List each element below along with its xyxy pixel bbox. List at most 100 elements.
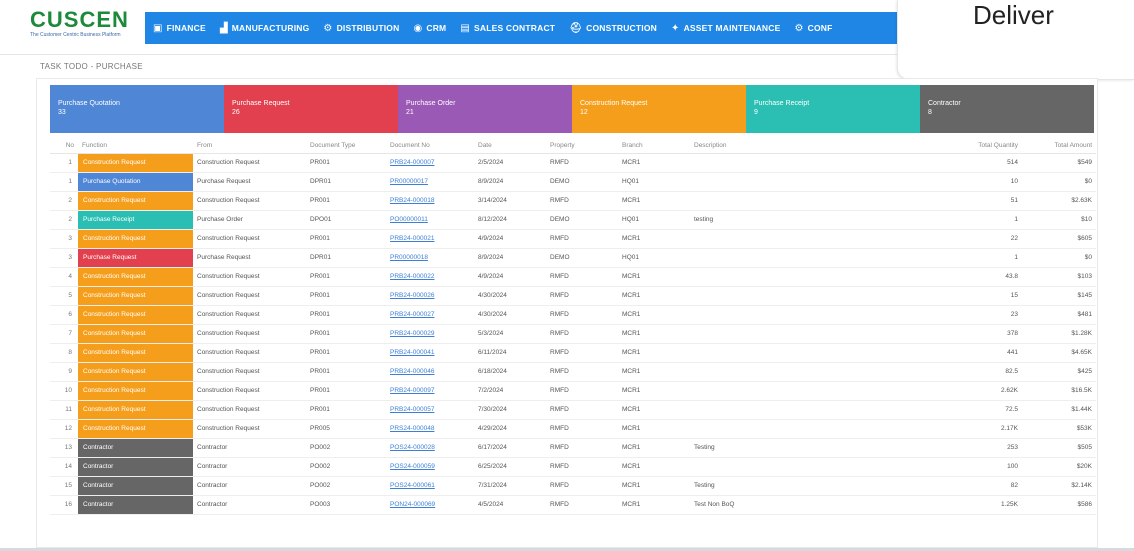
card-count: 21 <box>406 109 414 116</box>
column-header[interactable]: Total Amount <box>1022 139 1096 154</box>
nav-item-crm[interactable]: ◉ CRM <box>413 23 446 34</box>
document-no-link[interactable]: POS24-000059 <box>390 463 435 470</box>
table-row[interactable]: 10 Construction Request Construction Reque… <box>50 381 1096 401</box>
table-row[interactable]: 3 Purchase Request Purchase Request DPR01 PR… <box>50 248 1096 268</box>
document-no-link[interactable]: PRB24-000021 <box>390 235 434 242</box>
function-badge[interactable]: Construction Request <box>78 267 193 285</box>
function-badge[interactable]: Contractor <box>78 495 193 513</box>
function-badge[interactable]: Construction Request <box>78 191 193 209</box>
column-header[interactable]: Branch <box>618 139 690 154</box>
table-row[interactable]: 13 Contractor Contractor PO002 POS24-000028 6… <box>50 438 1096 458</box>
table-row[interactable]: 11 Construction Request Construction Reque… <box>50 400 1096 420</box>
function-badge[interactable]: Construction Request <box>78 381 193 399</box>
function-badge[interactable]: Construction Request <box>78 419 193 437</box>
card-purchase-quotation[interactable]: Purchase Quotation 33 <box>50 85 224 133</box>
document-no-link[interactable]: PRB24-000097 <box>390 387 434 394</box>
table-row[interactable]: 1 Construction Request Construction Reques… <box>50 153 1096 173</box>
qty-cell: 22 <box>940 229 1022 249</box>
function-cell: Contractor <box>78 495 193 515</box>
table-row[interactable]: 4 Construction Request Construction Reques… <box>50 267 1096 287</box>
deliver-popup: Deliver <box>897 0 1134 80</box>
column-header[interactable]: Description <box>690 139 940 154</box>
document-no-link[interactable]: PRB24-000007 <box>390 159 434 166</box>
document-no-link[interactable]: PRB24-000029 <box>390 330 434 337</box>
document-no-link[interactable]: PRB24-000041 <box>390 349 434 356</box>
property-cell: RMFD <box>546 153 618 173</box>
function-cell: Contractor <box>78 438 193 458</box>
function-badge[interactable]: Construction Request <box>78 400 193 418</box>
table-row[interactable]: 2 Purchase Receipt Purchase Order DPO01 PO00… <box>50 210 1096 230</box>
document-no-link[interactable]: PRS24-000048 <box>390 425 434 432</box>
card-purchase-receipt[interactable]: Purchase Receipt 9 <box>746 85 920 133</box>
card-contractor[interactable]: Contractor 8 <box>920 85 1094 133</box>
table-row[interactable]: 9 Construction Request Construction Reques… <box>50 362 1096 382</box>
property-cell: DEMO <box>546 248 618 268</box>
type-cell: DPR01 <box>306 172 386 192</box>
nav-item-construction[interactable]: ⛑ CONSTRUCTION <box>569 23 657 34</box>
card-purchase-order[interactable]: Purchase Order 21 <box>398 85 572 133</box>
table-row[interactable]: 6 Construction Request Construction Reques… <box>50 305 1096 325</box>
date-cell: 4/9/2024 <box>474 267 546 287</box>
column-header[interactable]: Total Quantity <box>940 139 1022 154</box>
column-header[interactable]: From <box>193 139 306 154</box>
function-badge[interactable]: Construction Request <box>78 286 193 304</box>
document-no-link[interactable]: PRB24-000018 <box>390 197 434 204</box>
function-cell: Construction Request <box>78 381 193 401</box>
column-header[interactable]: Document No <box>386 139 474 154</box>
document-no-link[interactable]: POS24-000061 <box>390 482 435 489</box>
date-cell: 2/5/2024 <box>474 153 546 173</box>
brand-logo[interactable]: CUSCEN The Customer Centric Business Pla… <box>30 8 130 46</box>
nav-item-sales-contract[interactable]: ▤ SALES CONTRACT <box>460 23 555 34</box>
function-badge[interactable]: Construction Request <box>78 362 193 380</box>
qty-cell: 15 <box>940 286 1022 306</box>
from-cell: Contractor <box>193 457 306 477</box>
function-badge[interactable]: Contractor <box>78 476 193 494</box>
function-badge[interactable]: Contractor <box>78 457 193 475</box>
table-row[interactable]: 16 Contractor Contractor PO003 PON24-000069 4… <box>50 495 1096 515</box>
document-no-link[interactable]: PRB24-000026 <box>390 292 434 299</box>
nav-item-manufacturing[interactable]: ▟ MANUFACTURING <box>220 23 310 34</box>
function-badge[interactable]: Construction Request <box>78 324 193 342</box>
column-header[interactable]: Function <box>78 139 193 154</box>
function-badge[interactable]: Purchase Request <box>78 248 193 266</box>
nav-item-conf[interactable]: ⚙ CONF <box>794 23 832 34</box>
document-no-link[interactable]: PRB24-000027 <box>390 311 434 318</box>
nav-item-distribution[interactable]: ⚙ DISTRIBUTION <box>323 23 399 34</box>
document-no-link[interactable]: PR00000018 <box>390 254 428 261</box>
function-badge[interactable]: Construction Request <box>78 343 193 361</box>
function-badge[interactable]: Purchase Receipt <box>78 210 193 228</box>
document-no-link[interactable]: PRB24-000022 <box>390 273 434 280</box>
document-no-link[interactable]: PRB24-000057 <box>390 406 434 413</box>
column-header[interactable]: Document Type <box>306 139 386 154</box>
nav-item-finance[interactable]: ▣ FINANCE <box>153 23 206 34</box>
function-badge[interactable]: Construction Request <box>78 153 193 171</box>
document-no-link[interactable]: PR00000017 <box>390 178 428 185</box>
document-no-link[interactable]: PRB24-000046 <box>390 368 434 375</box>
function-badge[interactable]: Construction Request <box>78 305 193 323</box>
table-row[interactable]: 14 Contractor Contractor PO002 POS24-000059 6… <box>50 457 1096 477</box>
table-row[interactable]: 2 Construction Request Construction Reques… <box>50 191 1096 211</box>
column-header[interactable]: Property <box>546 139 618 154</box>
table-row[interactable]: 1 Purchase Quotation Purchase Request DPR01… <box>50 172 1096 192</box>
document-no-link[interactable]: PO00000011 <box>390 216 428 223</box>
document-no-link[interactable]: PON24-000069 <box>390 501 435 508</box>
column-header[interactable]: No <box>50 139 78 154</box>
brand-tagline: The Customer Centric Business Platform <box>30 32 121 38</box>
desc-cell <box>690 229 940 249</box>
function-badge[interactable]: Purchase Quotation <box>78 172 193 190</box>
column-header[interactable]: Date <box>474 139 546 154</box>
document-no-link[interactable]: POS24-000028 <box>390 444 435 451</box>
row-number: 2 <box>50 191 78 211</box>
table-row[interactable]: 7 Construction Request Construction Reques… <box>50 324 1096 344</box>
table-row[interactable]: 12 Construction Request Construction Reque… <box>50 419 1096 439</box>
function-badge[interactable]: Construction Request <box>78 229 193 247</box>
date-cell: 6/18/2024 <box>474 362 546 382</box>
card-purchase-request[interactable]: Purchase Request 26 <box>224 85 398 133</box>
function-badge[interactable]: Contractor <box>78 438 193 456</box>
table-row[interactable]: 15 Contractor Contractor PO002 POS24-000061 7… <box>50 476 1096 496</box>
table-row[interactable]: 8 Construction Request Construction Reques… <box>50 343 1096 363</box>
nav-item-asset-maintenance[interactable]: ✦ ASSET MAINTENANCE <box>671 23 781 34</box>
table-row[interactable]: 5 Construction Request Construction Reques… <box>50 286 1096 306</box>
table-row[interactable]: 3 Construction Request Construction Reques… <box>50 229 1096 249</box>
card-construction-request[interactable]: Construction Request 12 <box>572 85 746 133</box>
